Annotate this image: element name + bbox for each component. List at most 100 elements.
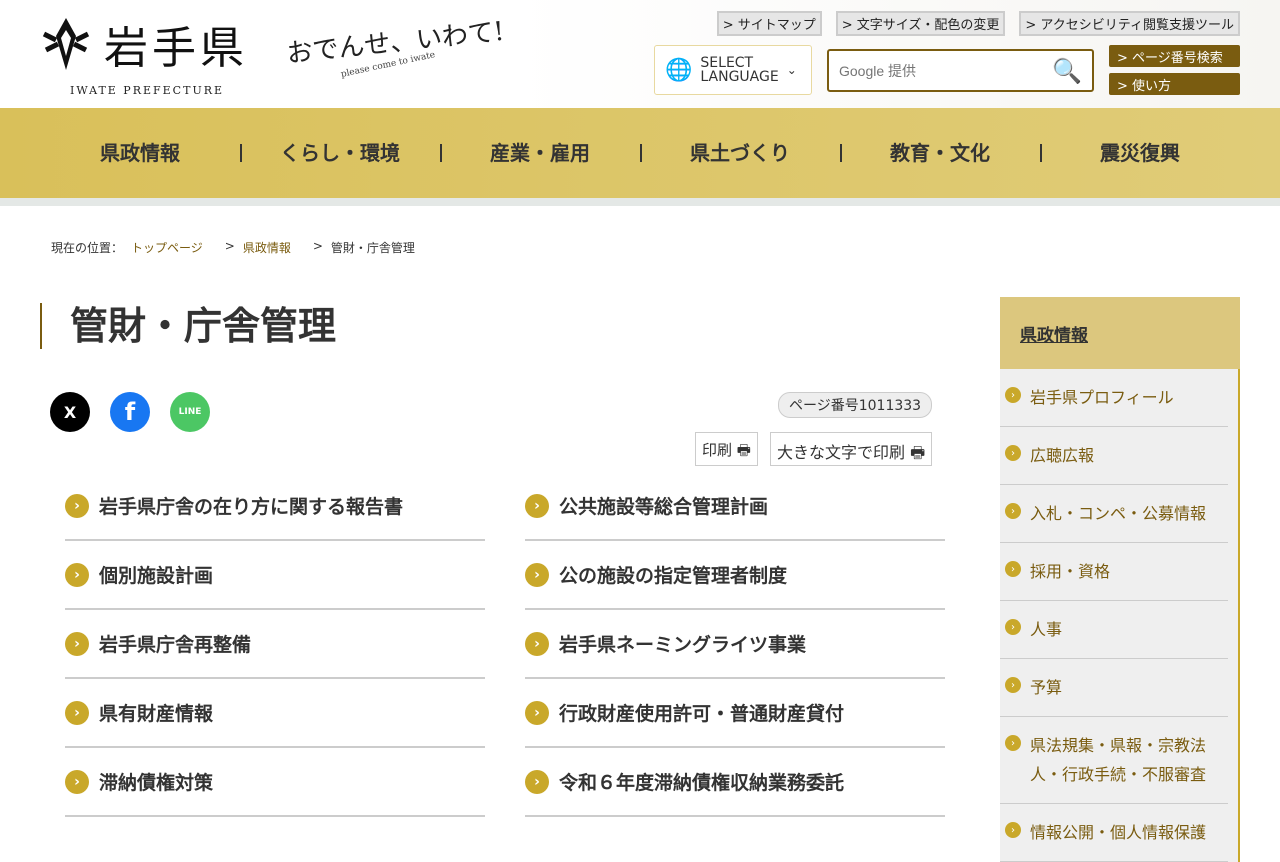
nav-shinsai[interactable]: 震災復興 xyxy=(1040,108,1240,198)
list-item[interactable]: › 岩手県庁舎再整備 xyxy=(65,610,485,679)
list-item-label: 岩手県ネーミングライツ事業 xyxy=(559,634,807,656)
chevron-right-icon: › xyxy=(1005,735,1021,751)
sidebar-link[interactable]: 入札・コンペ・公募情報 xyxy=(1030,504,1206,523)
chevron-right-icon: › xyxy=(65,493,89,518)
printer-icon: 🖶 xyxy=(910,443,926,462)
list-item-label: 個別施設計画 xyxy=(99,565,214,587)
facebook-share-icon[interactable]: f xyxy=(110,392,150,432)
global-nav: 県政情報 くらし・環境 産業・雇用 県土づくり 教育・文化 震災復興 xyxy=(0,108,1280,198)
chevron-right-icon: › xyxy=(1005,445,1021,461)
sidebar-item: › 広聴広報 xyxy=(1000,427,1228,485)
nav-sangyo[interactable]: 産業・雇用 xyxy=(440,108,640,198)
sidebar-item: › 予算 xyxy=(1000,659,1228,717)
list-item[interactable]: › 令和６年度滞納債権収納業務委託 xyxy=(525,748,945,817)
list-item-label: 県有財産情報 xyxy=(99,703,214,725)
page-title: 管財・庁舎管理 xyxy=(40,303,336,349)
breadcrumb: 現在の位置： トップページ > 県政情報 > 管財・庁舎管理 xyxy=(51,239,415,256)
chevron-right-icon: › xyxy=(525,493,549,518)
x-share-icon[interactable]: X xyxy=(50,392,90,432)
nav-kendo[interactable]: 県土づくり xyxy=(640,108,840,198)
sidebar-item: › 情報公開・個人情報保護 xyxy=(1000,804,1228,862)
breadcrumb-label: 現在の位置： xyxy=(51,241,124,255)
sidebar-link[interactable]: 採用・資格 xyxy=(1030,562,1110,581)
sidebar-item: › 人事 xyxy=(1000,601,1228,659)
list-item-label: 公の施設の指定管理者制度 xyxy=(559,565,788,587)
chevron-right-icon: › xyxy=(1005,677,1021,693)
list-item-label: 行政財産使用許可・普通財産貸付 xyxy=(559,703,845,725)
nav-kensei[interactable]: 県政情報 xyxy=(40,108,240,198)
breadcrumb-top[interactable]: トップページ xyxy=(131,239,203,256)
page-number-badge: ページ番号1011333 xyxy=(778,392,933,418)
accessibility-tool-link[interactable]: > アクセシビリティ閲覧支援ツール xyxy=(1019,11,1240,36)
list-item[interactable]: › 個別施設計画 xyxy=(65,541,485,610)
nav-kurashi[interactable]: くらし・環境 xyxy=(240,108,440,198)
header: 岩手県 IWATE PREFECTURE おでんせ、いわて! please co… xyxy=(0,0,1280,108)
logo-text: 岩手県 xyxy=(104,23,248,74)
print-large-label: 大きな文字で印刷 xyxy=(777,443,906,462)
chevron-right-icon: › xyxy=(1005,503,1021,519)
list-item[interactable]: › 公の施設の指定管理者制度 xyxy=(525,541,945,610)
chevron-right-icon: › xyxy=(1005,387,1021,403)
link-list: › 岩手県庁舎の在り方に関する報告書 › 公共施設等総合管理計画 › 個別施設計画 ›… xyxy=(65,472,945,817)
list-item-label: 公共施設等総合管理計画 xyxy=(559,496,769,518)
nav-divider xyxy=(0,198,1280,206)
search-box: 🔍 xyxy=(827,49,1094,92)
page-number-search-button[interactable]: > ページ番号検索 xyxy=(1109,45,1240,67)
list-item[interactable]: › 行政財産使用許可・普通財産貸付 xyxy=(525,679,945,748)
list-item-label: 滞納債権対策 xyxy=(99,772,214,794)
print-button[interactable]: 印刷 🖶 xyxy=(695,432,758,466)
sidebar-link[interactable]: 岩手県プロフィール xyxy=(1030,388,1174,407)
text-size-color-link[interactable]: > 文字サイズ・配色の変更 xyxy=(835,11,1006,36)
breadcrumb-kensei[interactable]: 県政情報 xyxy=(243,239,291,256)
site-logo[interactable]: 岩手県 xyxy=(42,12,248,76)
chevron-right-icon: › xyxy=(1005,619,1021,635)
nav-kyoiku[interactable]: 教育・文化 xyxy=(840,108,1040,198)
prefecture-emblem-icon xyxy=(42,18,90,70)
sitemap-link[interactable]: > サイトマップ xyxy=(716,11,822,36)
chevron-right-icon: › xyxy=(65,769,89,794)
list-item-label: 岩手県庁舎の在り方に関する報告書 xyxy=(99,496,404,518)
breadcrumb-current: 管財・庁舎管理 xyxy=(330,241,415,255)
sidebar-item: › 県法規集・県報・宗教法人・行政手続・不服審査 xyxy=(1000,717,1228,804)
select-language-button[interactable]: 🌐 SELECT LANGUAGE ⌄ xyxy=(654,45,812,95)
chevron-right-icon: › xyxy=(1005,561,1021,577)
list-item[interactable]: › 滞納債権対策 xyxy=(65,748,485,817)
sidebar-link[interactable]: 広聴広報 xyxy=(1030,446,1094,465)
line-share-icon[interactable]: LINE xyxy=(170,392,210,432)
list-item-label: 岩手県庁舎再整備 xyxy=(99,634,252,656)
chevron-right-icon: › xyxy=(65,562,89,587)
chevron-right-icon: › xyxy=(525,769,549,794)
breadcrumb-sep: > xyxy=(224,239,235,253)
sidebar-item: › 採用・資格 xyxy=(1000,543,1228,601)
chevron-right-icon: › xyxy=(525,631,549,656)
chevron-right-icon: › xyxy=(1005,822,1021,838)
list-item[interactable]: › 県有財産情報 xyxy=(65,679,485,748)
lang-label-2: LANGUAGE xyxy=(700,69,779,85)
chevron-right-icon: › xyxy=(525,700,549,725)
sidebar-link[interactable]: 県法規集・県報・宗教法人・行政手続・不服審査 xyxy=(1030,736,1206,784)
sidebar-link[interactable]: 予算 xyxy=(1030,678,1062,697)
sidebar-item: › 岩手県プロフィール xyxy=(1000,369,1228,427)
sidebar-item: › 入札・コンペ・公募情報 xyxy=(1000,485,1228,543)
sidebar-link[interactable]: 情報公開・個人情報保護 xyxy=(1030,823,1206,842)
sidebar-heading[interactable]: 県政情報 xyxy=(1000,297,1240,369)
printer-icon: 🖶 xyxy=(736,441,751,459)
list-item[interactable]: › 公共施設等総合管理計画 xyxy=(525,472,945,541)
sidebar-link[interactable]: 人事 xyxy=(1030,620,1062,639)
logo-subtitle: IWATE PREFECTURE xyxy=(70,84,225,97)
list-item[interactable]: › 岩手県庁舎の在り方に関する報告書 xyxy=(65,472,485,541)
howto-button[interactable]: > 使い方 xyxy=(1109,73,1240,95)
chevron-down-icon: ⌄ xyxy=(786,63,797,77)
chevron-right-icon: › xyxy=(525,562,549,587)
list-item[interactable]: › 岩手県ネーミングライツ事業 xyxy=(525,610,945,679)
search-icon[interactable]: 🔍 xyxy=(1052,57,1082,85)
list-item-label: 令和６年度滞納債権収納業務委託 xyxy=(559,772,845,794)
print-large-button[interactable]: 大きな文字で印刷 🖶 xyxy=(770,432,933,466)
print-label: 印刷 xyxy=(702,441,733,459)
search-input[interactable] xyxy=(839,62,1053,79)
globe-icon: 🌐 xyxy=(665,57,693,83)
sidebar: 県政情報 › 岩手県プロフィール › 広聴広報 › 入札・コンペ・公募情報 › 採用・資… xyxy=(1000,297,1240,862)
chevron-right-icon: › xyxy=(65,631,89,656)
chevron-right-icon: › xyxy=(65,700,89,725)
breadcrumb-sep: > xyxy=(312,239,323,253)
